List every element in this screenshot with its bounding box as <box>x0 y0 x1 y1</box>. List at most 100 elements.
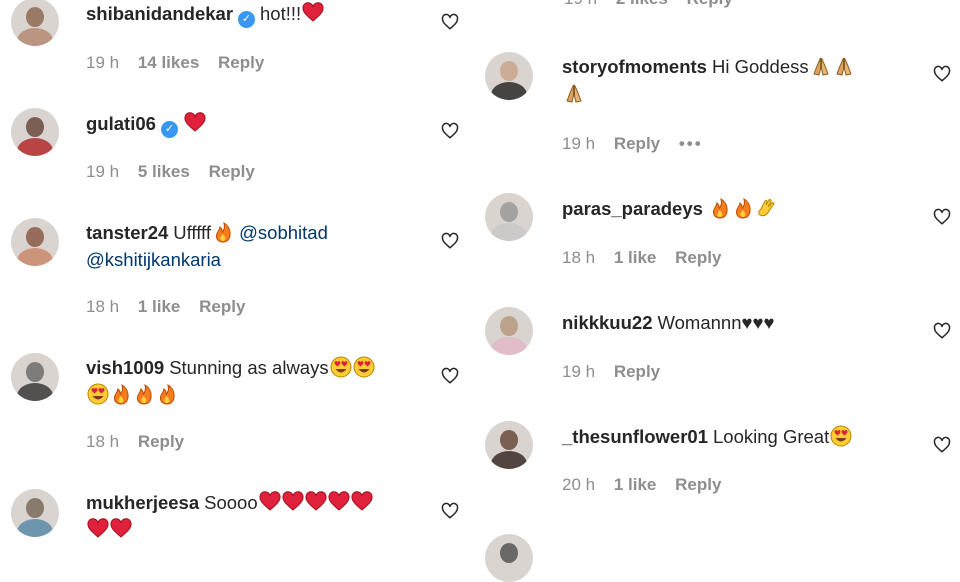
more-options-icon[interactable]: ••• <box>679 134 703 153</box>
comment-timestamp: 19 h <box>86 162 120 181</box>
comment-timestamp: 18 h <box>86 297 120 316</box>
comment-body: Stunning as always <box>169 357 329 378</box>
comment-body: Hi Goddess <box>711 56 809 77</box>
comment-meta: 18 h 1 like Reply <box>562 248 735 268</box>
comment-body: Ufffff <box>173 222 211 243</box>
mention-link[interactable]: @sobhitad <box>239 222 328 243</box>
reply-button[interactable]: Reply <box>138 432 184 451</box>
comment-meta: 19 h 5 likes Reply <box>86 162 269 182</box>
comment-timestamp: 20 h <box>562 475 596 494</box>
comments-column-left: shibanidandekar ✓ hot!!! 19 h 14 likes Rep… <box>0 0 470 540</box>
avatar[interactable] <box>11 0 59 46</box>
avatar[interactable] <box>485 307 533 355</box>
comment-text: paras_paradeys <box>562 195 902 222</box>
like-heart-icon[interactable] <box>933 322 951 340</box>
comment-timestamp: 19 h <box>564 0 597 8</box>
reply-button[interactable]: Reply <box>199 297 245 316</box>
like-heart-icon[interactable] <box>441 122 459 140</box>
comment-text: _thesunflower01 Looking Great <box>562 423 922 450</box>
avatar[interactable] <box>11 353 59 401</box>
heart-emoji-icon <box>282 491 304 511</box>
comment-text: mukherjeesa Soooo <box>86 489 426 543</box>
comment-timestamp: 18 h <box>562 248 596 267</box>
avatar[interactable] <box>485 193 533 241</box>
heart-emoji-icon <box>259 491 281 511</box>
fire-emoji-icon <box>136 383 152 405</box>
comment-username[interactable]: storyofmoments <box>562 56 707 77</box>
heart-eyes-emoji-icon <box>353 356 375 378</box>
comment-username[interactable]: tanster24 <box>86 222 168 243</box>
heart-eyes-emoji-icon <box>330 356 352 378</box>
comment-username[interactable]: _thesunflower01 <box>562 426 708 447</box>
comment-meta: 19 h Reply ••• <box>562 134 717 154</box>
clap-emoji-icon <box>758 199 775 217</box>
comment-meta: 19 h Reply <box>562 362 674 382</box>
comment-item: gulati06 ✓ 19 h 5 likes Reply <box>0 108 470 208</box>
reply-button[interactable]: Reply <box>614 134 660 153</box>
comment-text: nikkkuu22 Womannn♥♥♥ <box>562 309 902 336</box>
comment-likes[interactable]: 1 like <box>614 248 657 267</box>
like-heart-icon[interactable] <box>441 367 459 385</box>
reply-button[interactable]: Reply <box>209 162 255 181</box>
heart-emoji-icon <box>302 2 324 22</box>
comment-username[interactable]: nikkkuu22 <box>562 312 653 333</box>
comment-meta: 19 h 14 likes Reply <box>86 53 278 73</box>
avatar[interactable] <box>485 534 533 582</box>
comment-username[interactable]: vish1009 <box>86 357 164 378</box>
comment-likes[interactable]: 5 likes <box>138 162 190 181</box>
fire-emoji-icon <box>113 383 129 405</box>
avatar[interactable] <box>485 52 533 100</box>
reply-button[interactable]: Reply <box>687 0 733 8</box>
avatar[interactable] <box>485 421 533 469</box>
comment-text: shibanidandekar ✓ hot!!! <box>86 0 426 28</box>
like-heart-icon[interactable] <box>933 208 951 226</box>
comment-username[interactable]: paras_paradeys <box>562 198 703 219</box>
heart-emoji-icon <box>110 518 132 538</box>
comment-username[interactable]: shibanidandekar <box>86 3 233 24</box>
comment-item: _thesunflower01 Looking Great 20 h 1 like… <box>470 421 960 521</box>
heart-emoji-icon <box>328 491 350 511</box>
comment-body: Womannn♥♥♥ <box>657 312 775 333</box>
comment-item: paras_paradeys 18 h 1 like Reply <box>470 193 960 293</box>
like-heart-icon[interactable] <box>441 232 459 250</box>
fire-emoji-icon <box>159 383 175 405</box>
heart-emoji-icon <box>87 518 109 538</box>
comment-username[interactable]: mukherjeesa <box>86 492 199 513</box>
heart-emoji-icon <box>351 491 373 511</box>
comment-text: tanster24 Ufffff @sobhitad @kshitijkankar… <box>86 219 406 273</box>
reply-button[interactable]: Reply <box>614 362 660 381</box>
avatar[interactable] <box>11 489 59 537</box>
reply-button[interactable]: Reply <box>675 475 721 494</box>
comment-meta: 18 h 1 like Reply <box>86 297 259 317</box>
avatar[interactable] <box>11 108 59 156</box>
comment-item: vish1009 Stunning as always 18 h Reply <box>0 352 470 472</box>
comment-meta-partial: 19 h 2 likes Reply <box>564 0 747 9</box>
comment-item: shibanidandekar ✓ hot!!! 19 h 14 likes Rep… <box>0 0 470 100</box>
avatar[interactable] <box>11 218 59 266</box>
reply-button[interactable]: Reply <box>218 53 264 72</box>
comment-meta: 20 h 1 like Reply <box>562 475 735 495</box>
folded-hands-emoji-icon <box>835 57 852 76</box>
comment-likes[interactable]: 1 like <box>138 297 181 316</box>
comment-timestamp: 18 h <box>86 432 120 451</box>
heart-emoji-icon <box>184 112 206 132</box>
comment-likes[interactable]: 14 likes <box>138 53 199 72</box>
comment-timestamp: 19 h <box>86 53 120 72</box>
like-heart-icon[interactable] <box>933 65 951 83</box>
comment-text: vish1009 Stunning as always <box>86 354 426 408</box>
reply-button[interactable]: Reply <box>675 248 721 267</box>
fire-emoji-icon <box>215 221 231 243</box>
like-heart-icon[interactable] <box>933 436 951 454</box>
comment-likes[interactable]: 1 like <box>614 475 657 494</box>
fire-emoji-icon <box>712 197 728 219</box>
comment-username[interactable]: gulati06 <box>86 113 156 134</box>
comment-likes[interactable]: 2 likes <box>616 0 668 8</box>
mention-link[interactable]: @kshitijkankaria <box>86 249 221 270</box>
verified-badge-icon: ✓ <box>160 121 178 138</box>
comment-text: storyofmoments Hi Goddess <box>562 53 902 107</box>
comment-meta: 18 h Reply <box>86 432 198 452</box>
comment-item: tanster24 Ufffff @sobhitad @kshitijkankar… <box>0 217 470 337</box>
like-heart-icon[interactable] <box>441 13 459 31</box>
like-heart-icon[interactable] <box>441 502 459 520</box>
folded-hands-emoji-icon <box>812 57 829 76</box>
